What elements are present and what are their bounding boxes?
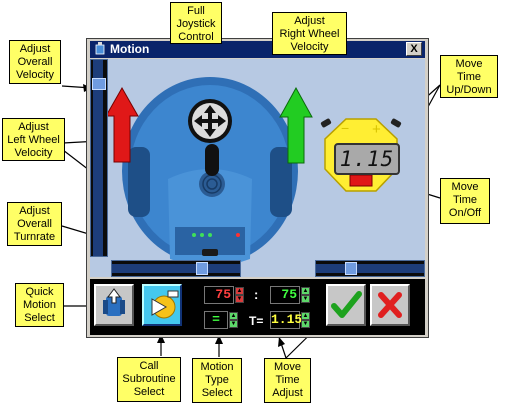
left-velocity-spinner[interactable]: ▲ ▼: [235, 287, 244, 303]
left-velocity-up[interactable]: ▲: [235, 287, 244, 295]
ok-check-icon: [331, 291, 362, 318]
cancel-x-icon: [378, 292, 402, 318]
motion-type-down[interactable]: ▼: [229, 320, 238, 328]
time-label: T=: [249, 314, 264, 328]
velocity-separator: :: [254, 287, 259, 302]
right-velocity-display[interactable]: 75: [270, 286, 300, 304]
titlebar: Motion X: [90, 41, 425, 58]
motion-window: Motion X − + 1.15 75 ▲ ▼: 75 ▲ ▼ = ▲ ▼ …: [86, 38, 429, 338]
close-button[interactable]: X: [406, 42, 422, 56]
time-up[interactable]: ▲: [301, 312, 310, 320]
left-velocity-display[interactable]: 75: [204, 286, 234, 304]
motion-type-spinner[interactable]: ▲ ▼: [229, 312, 238, 328]
velocity-thumb[interactable]: [92, 78, 106, 90]
time-down[interactable]: ▼: [301, 320, 310, 328]
callout-move-time-onoff: Move Time On/Off: [440, 178, 490, 224]
right-wheel-thumb[interactable]: [345, 262, 357, 275]
right-velocity-spinner[interactable]: ▲ ▼: [301, 287, 310, 303]
stopwatch-display: 1.15: [334, 143, 400, 175]
motion-type-display[interactable]: =: [204, 311, 228, 329]
turnrate-slider[interactable]: [111, 260, 241, 277]
quick-motion-icon: [103, 288, 125, 316]
overall-velocity-slider[interactable]: [90, 59, 108, 257]
callout-adjust-right-wheel: Adjust Right Wheel Velocity: [272, 12, 347, 55]
callout-move-time-adjust: Move Time Adjust: [264, 358, 311, 403]
right-velocity-down[interactable]: ▼: [301, 295, 310, 303]
callout-motion-type-select: Motion Type Select: [192, 358, 242, 403]
turnrate-track: [112, 264, 240, 273]
joystick-icon[interactable]: [188, 99, 232, 143]
callout-move-time-updown: Move Time Up/Down: [440, 55, 498, 98]
call-subroutine-button[interactable]: [142, 284, 182, 326]
control-panel: 75 ▲ ▼ : 75 ▲ ▼ = ▲ ▼ T= 1.15 ▲ ▼: [90, 279, 425, 335]
cancel-button[interactable]: [370, 284, 410, 326]
right-velocity-up[interactable]: ▲: [301, 287, 310, 295]
ok-button[interactable]: [326, 284, 366, 326]
time-value-display[interactable]: 1.15: [270, 311, 302, 329]
left-velocity-down[interactable]: ▼: [235, 295, 244, 303]
callout-adjust-left-wheel: Adjust Left Wheel Velocity: [2, 118, 65, 161]
quick-motion-button[interactable]: [94, 284, 134, 326]
motion-type-up[interactable]: ▲: [229, 312, 238, 320]
robot-icon: [95, 42, 105, 55]
time-onoff-button[interactable]: [349, 174, 373, 187]
time-spinner[interactable]: ▲ ▼: [301, 312, 310, 328]
callout-full-joystick: Full Joystick Control: [170, 2, 222, 44]
right-wheel-track: [316, 264, 424, 273]
time-minus-button[interactable]: −: [341, 120, 349, 136]
right-wheel-slider[interactable]: [315, 260, 425, 277]
window-title: Motion: [110, 42, 150, 56]
time-plus-button[interactable]: +: [372, 121, 381, 138]
turnrate-thumb[interactable]: [196, 262, 208, 275]
subroutine-icon: [151, 290, 179, 319]
callout-quick-motion-select: Quick Motion Select: [15, 283, 64, 327]
callout-adjust-overall-turnrate: Adjust Overall Turnrate: [7, 202, 62, 246]
callout-call-subroutine-select: Call Subroutine Select: [117, 357, 181, 402]
callout-adjust-overall-velocity: Adjust Overall Velocity: [9, 40, 61, 84]
